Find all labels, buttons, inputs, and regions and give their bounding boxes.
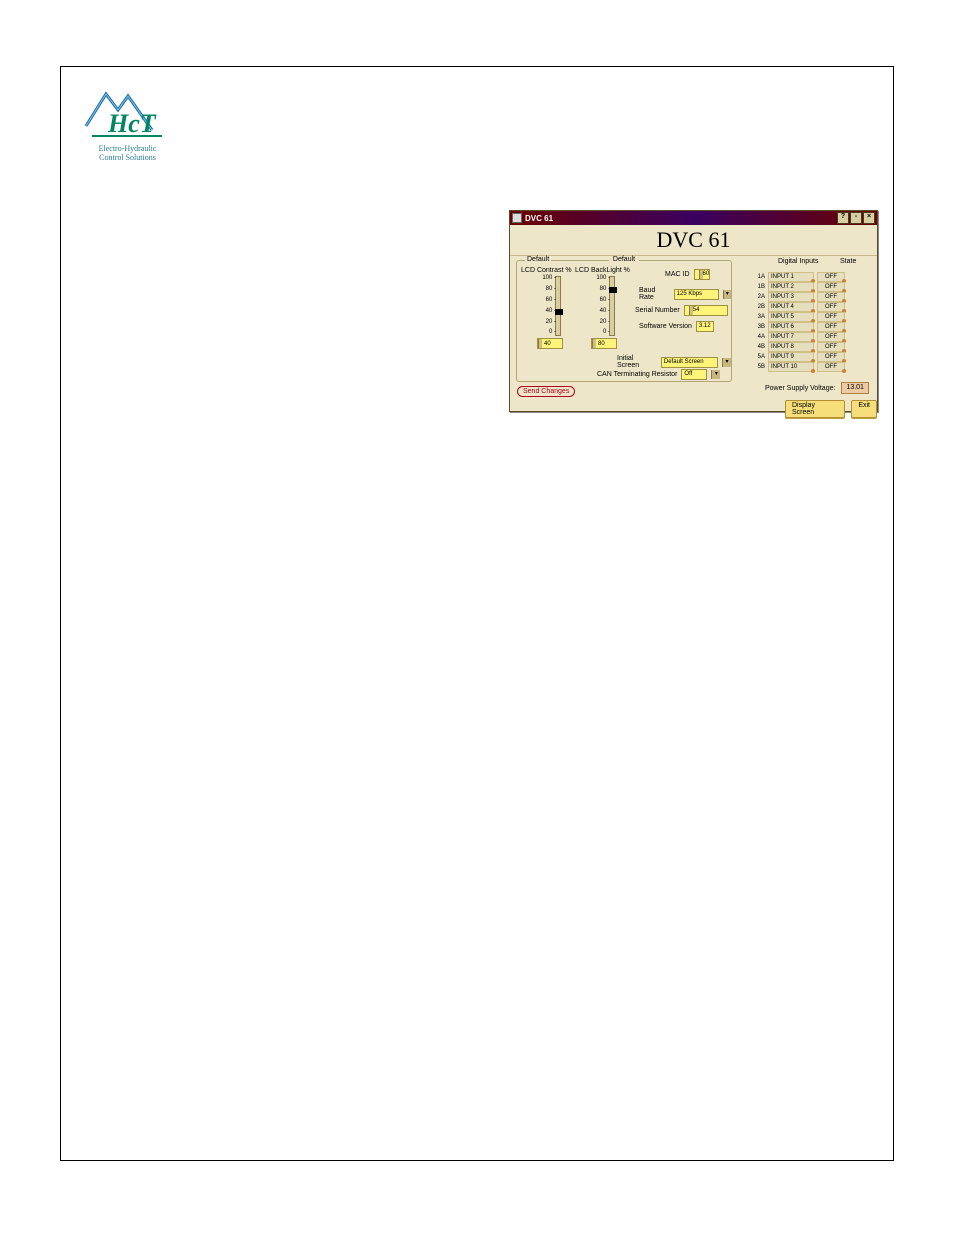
software-version-label: Software Version — [639, 323, 692, 330]
serial-number-label: Serial Number — [635, 307, 680, 314]
input-state: OFF — [817, 312, 845, 322]
input-name[interactable]: INPUT 9 — [768, 352, 814, 362]
table-row: 1AINPUT 1OFF — [753, 272, 845, 282]
display-screen-button[interactable]: Display Screen — [785, 400, 845, 418]
exit-button[interactable]: Exit — [851, 400, 877, 418]
logo-line1: Electro-Hydraulic — [99, 144, 157, 153]
input-name[interactable]: INPUT 2 — [768, 282, 814, 292]
input-state: OFF — [817, 272, 845, 282]
input-name[interactable]: INPUT 3 — [768, 292, 814, 302]
input-num: 4B — [753, 344, 765, 350]
input-num: 3A — [753, 314, 765, 320]
input-num: 4A — [753, 334, 765, 340]
lcd-backlight-slider[interactable]: 100 - 80 - 60 - 40 - 20 - 0 - 80 — [593, 276, 617, 334]
can-resistor-label: CAN Terminating Resistor — [597, 371, 677, 378]
input-num: 3B — [753, 324, 765, 330]
table-row: 3AINPUT 5OFF — [753, 312, 845, 322]
help-button[interactable]: ? — [837, 212, 849, 224]
mac-id-row: MAC ID 60 — [665, 269, 710, 280]
initial-screen-row: Initial Screen Default Screen ▾ — [617, 355, 731, 369]
table-row: 5BINPUT 10OFF — [753, 362, 845, 372]
table-row: 3BINPUT 6OFF — [753, 322, 845, 332]
can-resistor-dropdown[interactable]: Off — [681, 369, 707, 380]
power-supply-label: Power Supply Voltage: — [765, 385, 835, 392]
chevron-down-icon[interactable]: ▾ — [711, 370, 720, 379]
input-name[interactable]: INPUT 4 — [768, 302, 814, 312]
baud-rate-row: Baud Rate 125 Kbps ▾ — [639, 287, 731, 301]
input-name[interactable]: INPUT 7 — [768, 332, 814, 342]
input-name[interactable]: INPUT 10 — [768, 362, 814, 372]
hct-logo-icon: HcT — [80, 82, 175, 142]
digital-inputs-header: Digital Inputs — [778, 258, 818, 265]
dvc61-window: DVC 61 ? - × DVC 61 Default Default LCD … — [509, 210, 878, 412]
defaults-group: Default Default LCD Contrast % LCD BackL… — [516, 260, 732, 382]
logo-line2: Control Solutions — [99, 153, 157, 162]
input-num: 2B — [753, 304, 765, 310]
input-state: OFF — [817, 352, 845, 362]
input-name[interactable]: INPUT 8 — [768, 342, 814, 352]
input-num: 1B — [753, 284, 765, 290]
window-title: DVC 61 — [525, 214, 553, 223]
lcd-contrast-label: LCD Contrast % — [521, 267, 572, 274]
close-button[interactable]: × — [863, 212, 875, 224]
lcd-contrast-value[interactable]: 40 — [537, 338, 563, 349]
input-state: OFF — [817, 342, 845, 352]
serial-number-field[interactable]: 54 — [684, 305, 728, 316]
state-header: State — [840, 258, 856, 265]
input-state: OFF — [817, 322, 845, 332]
table-row: 2BINPUT 4OFF — [753, 302, 845, 312]
can-resistor-row: CAN Terminating Resistor Off ▾ — [597, 369, 720, 380]
input-num: 5B — [753, 364, 765, 370]
minimize-button[interactable]: - — [850, 212, 862, 224]
power-supply-row: Power Supply Voltage: 13.01 — [765, 382, 869, 394]
lcd-contrast-slider[interactable]: 100 - 80 - 60 - 40 - 20 - 0 - 40 — [539, 276, 563, 334]
software-version-field: 3.12 — [696, 321, 714, 332]
table-row: 5AINPUT 9OFF — [753, 352, 845, 362]
slider-handle[interactable] — [555, 309, 563, 315]
window-titlebar[interactable]: DVC 61 ? - × — [510, 211, 877, 225]
initial-screen-dropdown[interactable]: Default Screen — [661, 357, 718, 368]
send-changes-button[interactable]: Send Changes — [517, 386, 575, 397]
svg-text:HcT: HcT — [107, 109, 157, 138]
input-name[interactable]: INPUT 5 — [768, 312, 814, 322]
mac-id-field[interactable]: 60 — [694, 269, 711, 280]
serial-number-row: Serial Number 54 — [635, 305, 728, 316]
input-name[interactable]: INPUT 1 — [768, 272, 814, 282]
lcd-backlight-label: LCD BackLight % — [575, 267, 630, 274]
chevron-down-icon[interactable]: ▾ — [723, 290, 731, 299]
baud-rate-label: Baud Rate — [639, 287, 670, 301]
baud-rate-dropdown[interactable]: 125 Kbps — [674, 289, 719, 300]
software-version-row: Software Version 3.12 — [639, 321, 714, 332]
mac-id-label: MAC ID — [665, 271, 690, 278]
input-num: 1A — [753, 274, 765, 280]
defaults-heading: Default — [609, 256, 639, 263]
page-title: DVC 61 — [510, 225, 877, 256]
chevron-down-icon[interactable]: ▾ — [722, 358, 731, 367]
window-icon — [512, 213, 522, 223]
power-supply-value: 13.01 — [841, 382, 869, 394]
input-name[interactable]: INPUT 6 — [768, 322, 814, 332]
input-state: OFF — [817, 362, 845, 372]
lcd-backlight-value[interactable]: 80 — [591, 338, 617, 349]
table-row: 2AINPUT 3OFF — [753, 292, 845, 302]
company-logo: HcT Electro-Hydraulic Control Solutions — [80, 82, 175, 166]
input-num: 5A — [753, 354, 765, 360]
initial-screen-label: Initial Screen — [617, 355, 657, 369]
input-state: OFF — [817, 282, 845, 292]
table-row: 4BINPUT 8OFF — [753, 342, 845, 352]
digital-inputs-table: 1AINPUT 1OFF1BINPUT 2OFF2AINPUT 3OFF2BIN… — [753, 272, 845, 372]
input-num: 2A — [753, 294, 765, 300]
slider-handle[interactable] — [609, 287, 617, 293]
table-row: 4AINPUT 7OFF — [753, 332, 845, 342]
input-state: OFF — [817, 302, 845, 312]
input-state: OFF — [817, 292, 845, 302]
input-state: OFF — [817, 332, 845, 342]
table-row: 1BINPUT 2OFF — [753, 282, 845, 292]
